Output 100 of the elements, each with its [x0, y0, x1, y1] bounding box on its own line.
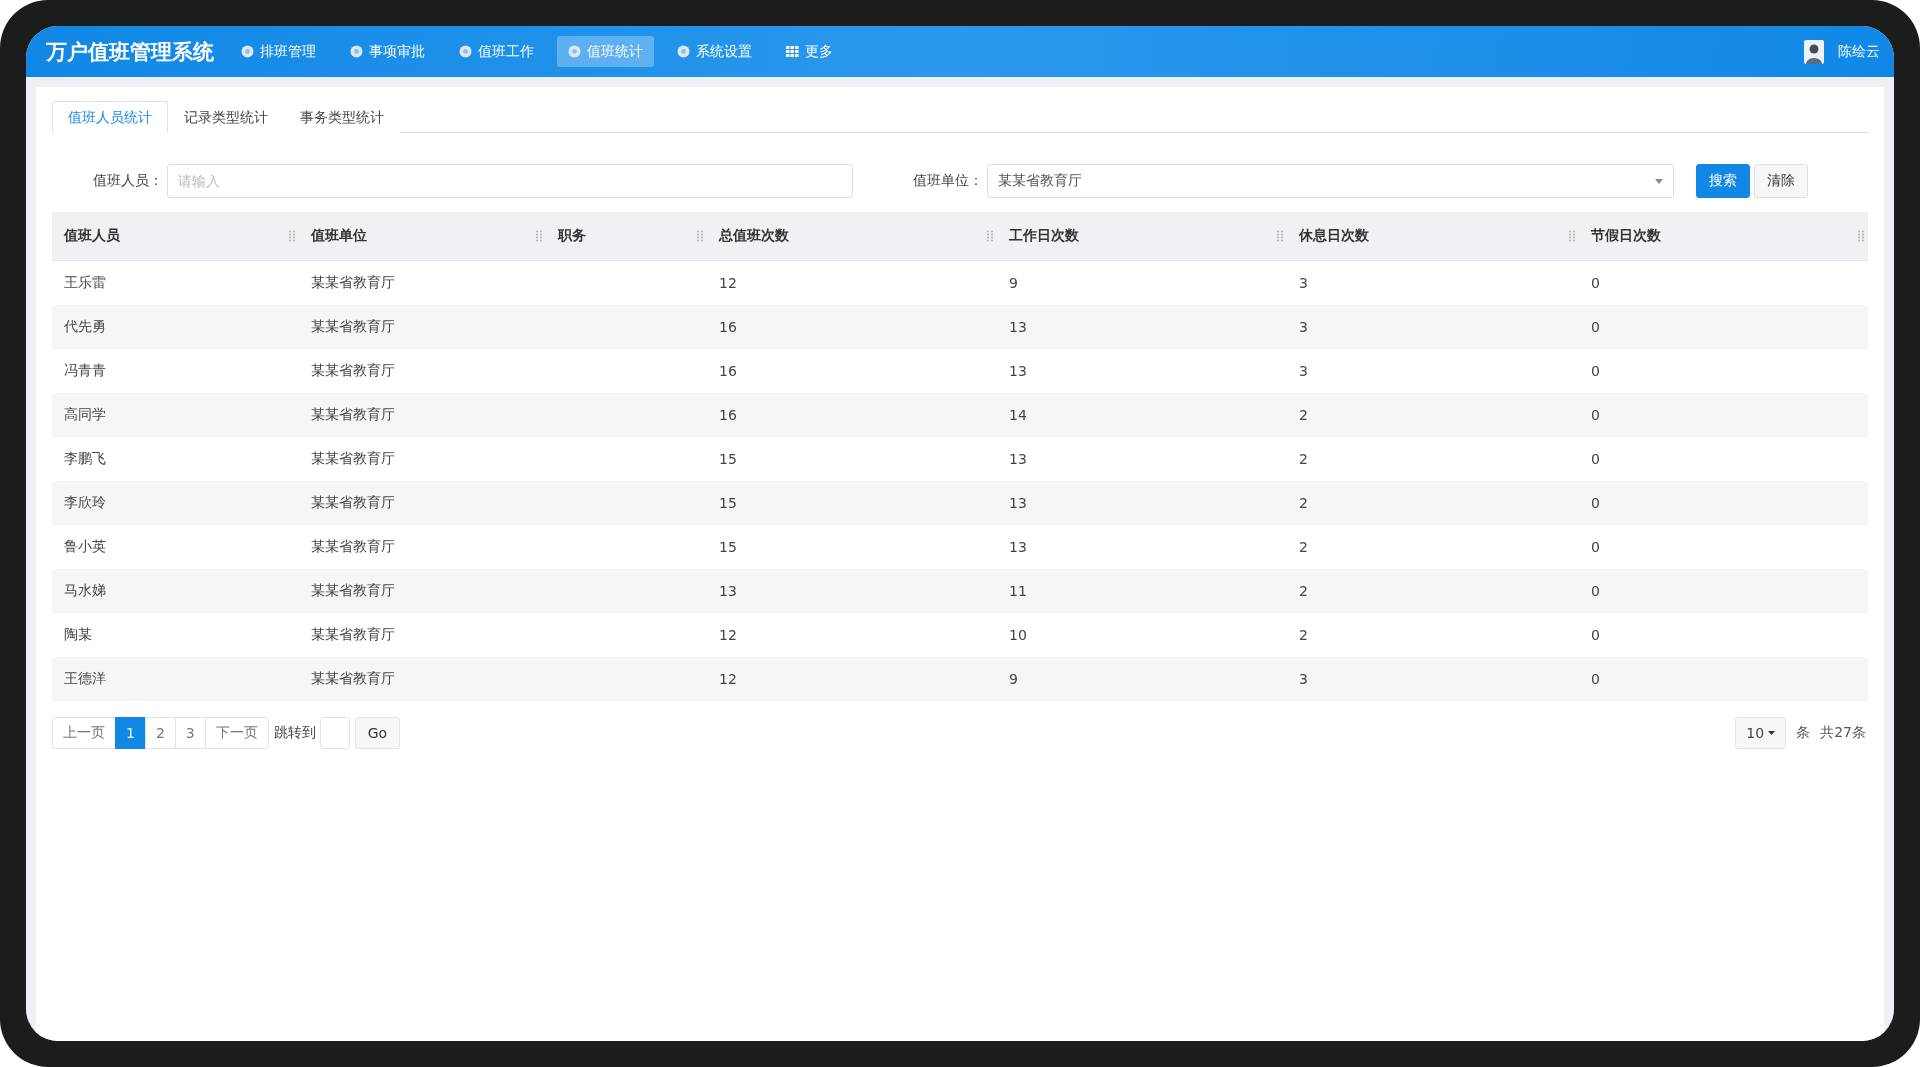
gear-icon — [350, 45, 363, 58]
table-cell-text: 某某省教育厅 — [310, 625, 396, 644]
user-name[interactable]: 陈绘云 — [1838, 42, 1880, 61]
drag-handle-icon[interactable] — [1569, 230, 1575, 242]
table-cell-text: 0 — [1590, 538, 1601, 557]
table-cell-text: 马水娣 — [63, 581, 107, 600]
table-cell-text: 13 — [1008, 538, 1028, 557]
tab[interactable]: 值班人员统计 — [52, 101, 168, 133]
table-cell-text: 0 — [1590, 274, 1601, 293]
table-cell-text: 12 — [718, 670, 738, 689]
table-cell-text: 2 — [1298, 582, 1309, 601]
table-cell-text: 2 — [1298, 450, 1309, 469]
table-cell-text: 16 — [718, 362, 738, 381]
page-number-input-field[interactable] — [319, 717, 350, 749]
column-header: 职务 — [546, 212, 707, 261]
jump-label: 跳转到 — [273, 724, 316, 742]
table-cell-text: 某某省教育厅 — [310, 581, 396, 600]
table-cell-text: 某某省教育厅 — [310, 537, 396, 556]
person-input-field[interactable]: 请输入 — [167, 164, 853, 198]
table-cell-text: 王乐雷 — [63, 273, 107, 292]
next-page-button[interactable]: 下一页 — [204, 717, 269, 749]
table-cell-text: 12 — [718, 274, 738, 293]
page-size-select[interactable]: 10 — [1735, 717, 1787, 749]
table-cell-text: 2 — [1298, 406, 1309, 425]
nav-item[interactable]: 排班管理 — [230, 36, 327, 67]
gear-icon — [677, 45, 690, 58]
field-label: 值班单位： — [913, 172, 983, 190]
table-cell-text: 2 — [1298, 538, 1309, 557]
page-size-unit: 条 — [1796, 724, 1811, 742]
table-cell-text: 15 — [718, 538, 738, 557]
table-cell-text: 陶某 — [63, 625, 93, 644]
drag-handle-icon[interactable] — [697, 230, 703, 242]
table-cell-text: 13 — [718, 582, 738, 601]
table-cell-text: 0 — [1590, 318, 1601, 337]
drag-handle-icon[interactable] — [1858, 230, 1864, 242]
table-cell-text: 16 — [718, 318, 738, 337]
table-cell-text: 2 — [1298, 494, 1309, 513]
table-cell-text: 14 — [1008, 406, 1028, 425]
table-cell-text: 0 — [1590, 626, 1601, 645]
drag-handle-icon[interactable] — [1277, 230, 1283, 242]
table-cell-text: 12 — [718, 626, 738, 645]
table-cell-text: 10 — [1008, 626, 1028, 645]
field-label: 值班人员： — [93, 172, 163, 190]
table-cell-text: 13 — [1008, 318, 1028, 337]
table-cell-text: 13 — [1008, 494, 1028, 513]
table-cell-text: 0 — [1590, 362, 1601, 381]
gear-icon — [459, 45, 472, 58]
table-cell-text: 李欣玲 — [63, 493, 107, 512]
nav-item[interactable]: 系统设置 — [666, 36, 763, 67]
table-cell-text: 某某省教育厅 — [310, 449, 396, 468]
table-cell-text: 某某省教育厅 — [310, 317, 396, 336]
table-cell-text: 鲁小英 — [63, 537, 107, 556]
nav-item[interactable]: 事项审批 — [339, 36, 436, 67]
page-button[interactable]: 1 — [115, 717, 146, 749]
drag-handle-icon[interactable] — [536, 230, 542, 242]
clear-button[interactable]: 清除 — [1754, 164, 1808, 198]
drag-handle-icon[interactable] — [987, 230, 993, 242]
nav-item[interactable]: 值班统计 — [557, 36, 654, 67]
prev-page-button[interactable]: 上一页 — [52, 717, 116, 749]
total-count: 共27条 — [1820, 724, 1866, 742]
page-button[interactable]: 2 — [144, 717, 176, 749]
column-header: 值班单位 — [299, 212, 546, 261]
table-cell-text: 9 — [1008, 274, 1019, 293]
table-cell-text: 15 — [718, 450, 738, 469]
table-cell-text: 某某省教育厅 — [310, 493, 396, 512]
table-cell-text: 某某省教育厅 — [310, 405, 396, 424]
table-cell-text: 王德洋 — [63, 669, 107, 688]
caret-icon — [1768, 731, 1776, 735]
table-cell-text: 李鹏飞 — [63, 449, 107, 468]
table-cell-text: 3 — [1298, 318, 1309, 337]
app-title: 万户值班管理系统 — [46, 38, 214, 66]
table-cell-text: 0 — [1590, 406, 1601, 425]
column-header: 工作日次数 — [997, 212, 1287, 261]
table-cell-text: 某某省教育厅 — [310, 669, 396, 688]
nav-item[interactable]: 值班工作 — [448, 36, 545, 67]
page-button[interactable]: 3 — [174, 717, 206, 749]
avatar-icon[interactable] — [1804, 39, 1824, 64]
go-button[interactable]: Go — [354, 717, 401, 749]
column-header: 总值班次数 — [707, 212, 997, 261]
grid-icon — [786, 46, 799, 57]
table-cell-text: 3 — [1298, 362, 1309, 381]
search-button[interactable]: 搜索 — [1696, 164, 1750, 198]
table-cell-text: 13 — [1008, 450, 1028, 469]
nav-item[interactable]: 更多 — [775, 36, 844, 67]
table-cell-text: 13 — [1008, 362, 1028, 381]
table-cell-text: 3 — [1298, 670, 1309, 689]
gear-icon — [241, 45, 254, 58]
table-cell-text: 0 — [1590, 582, 1601, 601]
table-cell-text: 3 — [1298, 274, 1309, 293]
table-cell-text: 0 — [1590, 450, 1601, 469]
table-cell-text: 11 — [1008, 582, 1028, 601]
drag-handle-icon[interactable] — [289, 230, 295, 242]
table-cell-text: 9 — [1008, 670, 1019, 689]
table-cell-text: 某某省教育厅 — [310, 273, 396, 292]
column-header: 值班人员 — [52, 212, 299, 261]
column-header: 节假日次数 — [1579, 212, 1868, 261]
column-header: 休息日次数 — [1287, 212, 1579, 261]
table-cell-text: 某某省教育厅 — [310, 361, 396, 380]
table-cell-text: 0 — [1590, 494, 1601, 513]
unit-select[interactable]: 某某省教育厅 — [987, 164, 1674, 198]
